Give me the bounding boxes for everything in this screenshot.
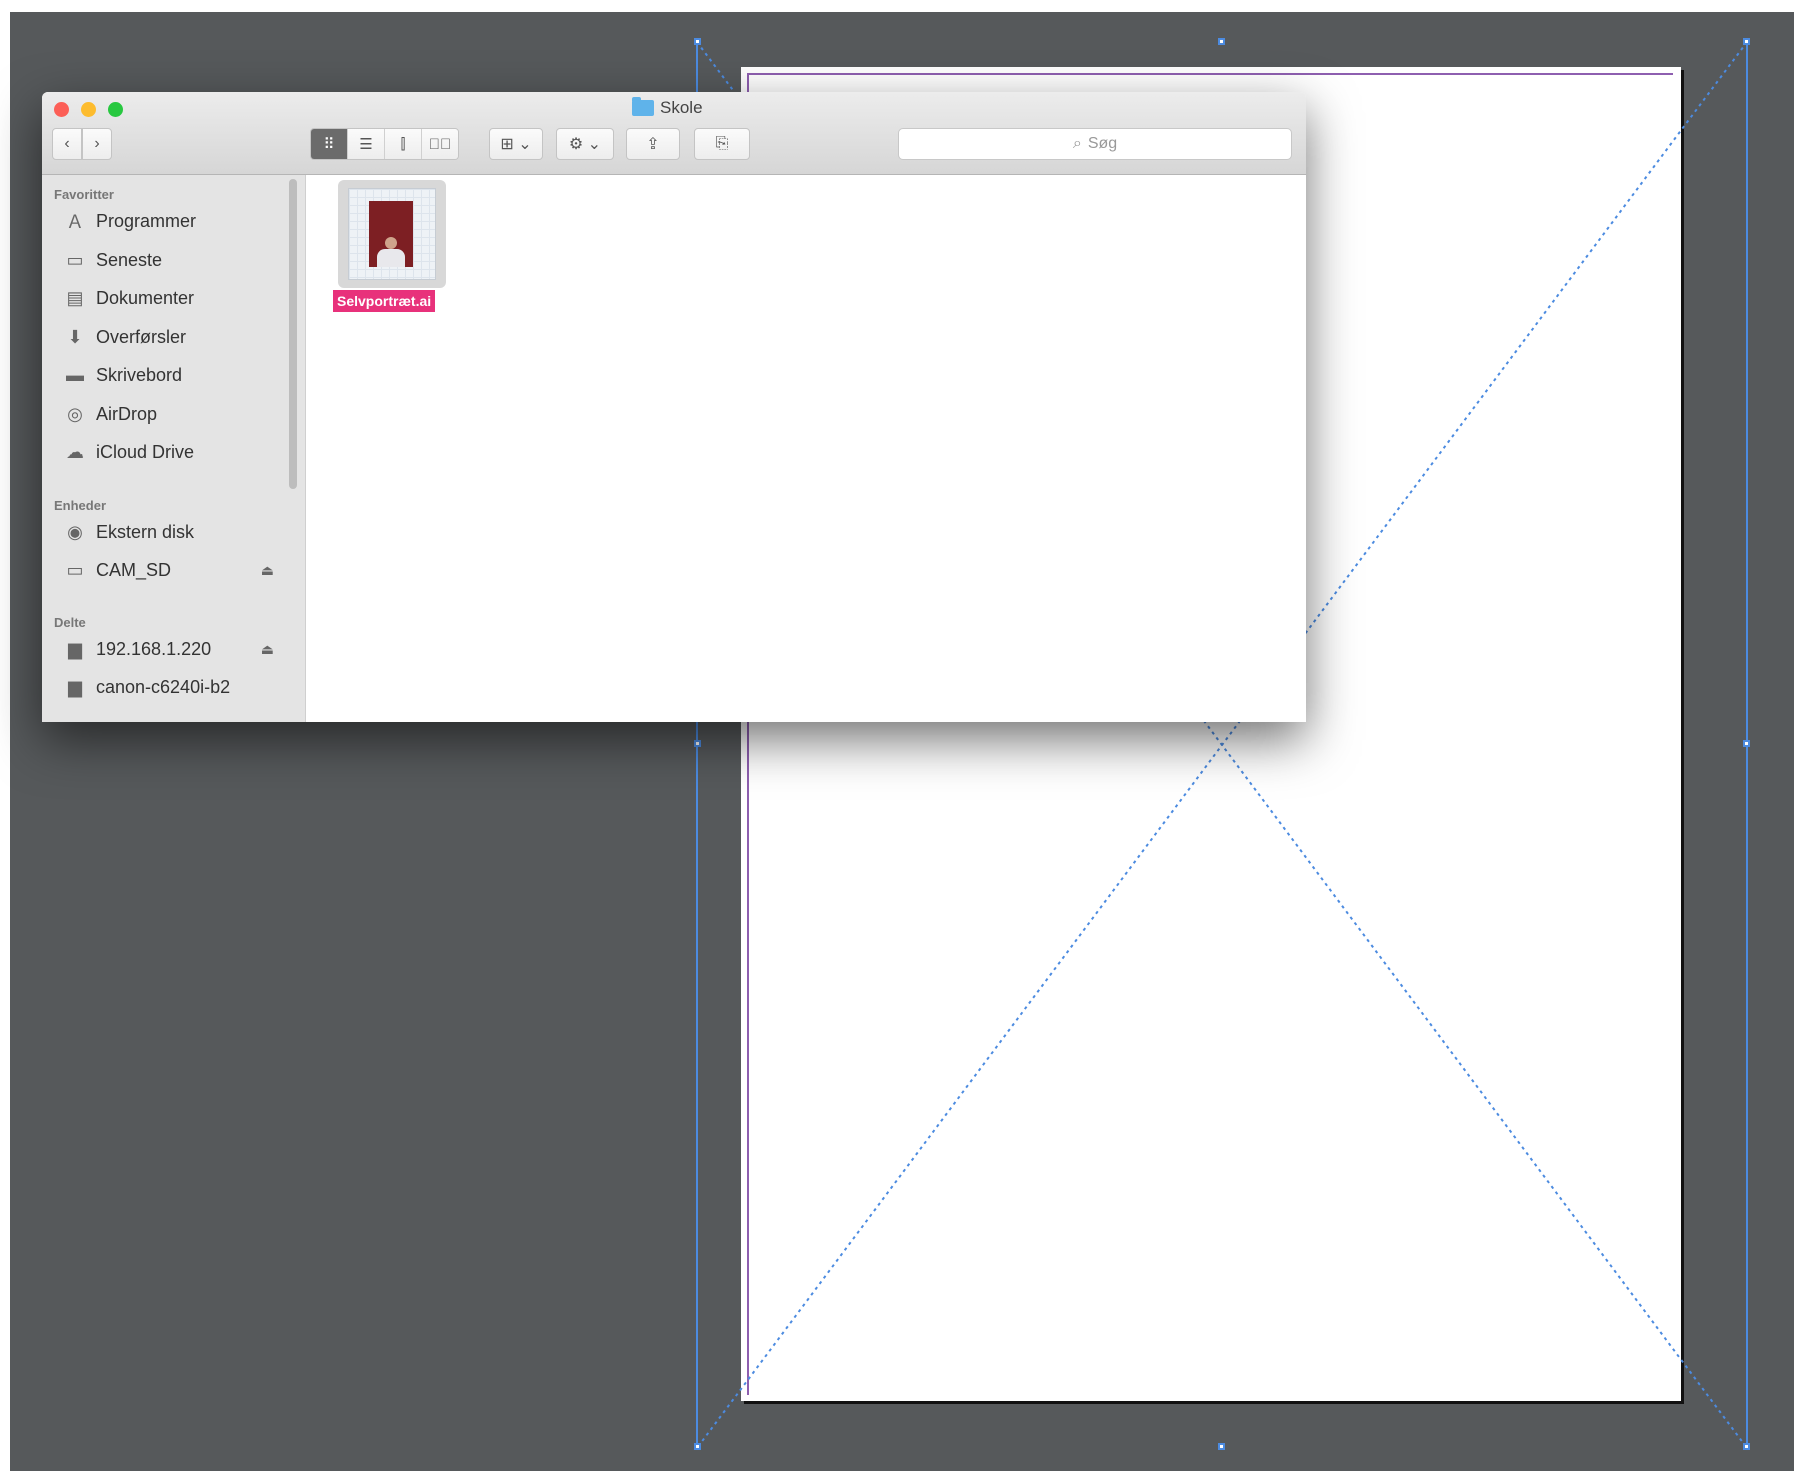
frame-handle-middle-left[interactable] [694, 740, 701, 747]
sidebar-item-label: Programmer [96, 210, 197, 231]
frame-handle-bottom-left[interactable] [694, 1443, 701, 1450]
sidebar-item-label: Ekstern disk [96, 521, 195, 542]
portrait-thumbnail [369, 201, 413, 267]
sidebar-item-canon-printer[interactable]: ▆ canon-c6240i-b2 [64, 672, 274, 702]
close-button[interactable] [54, 102, 69, 117]
sidebar-section-shared: Delte [54, 615, 86, 630]
disk-icon: ◉ [67, 521, 83, 542]
share-button[interactable]: ⇪ [626, 128, 680, 160]
column-view-button[interactable]: ⫿ [385, 129, 422, 159]
airdrop-icon: ◎ [67, 403, 83, 424]
downloads-icon: ⬇ [67, 326, 83, 347]
eject-icon[interactable]: ⏏ [261, 562, 274, 579]
finder-toolbar: Skole ‹ › ⠿ ☰ ⫿ ⊤⃓ ⊞ ⌄ ⚙ ⌄ ⇪ ⎘ ⌕ Søg [42, 92, 1306, 175]
icloud-icon: ☁ [66, 441, 84, 462]
file-name-label[interactable]: Selvportræt.ai [333, 290, 436, 312]
file-item-selvportraet[interactable] [338, 180, 446, 288]
search-field[interactable]: ⌕ Søg [898, 128, 1292, 160]
frame-handle-top-center[interactable] [1218, 38, 1225, 45]
frame-handle-middle-right[interactable] [1743, 740, 1750, 747]
forward-button[interactable]: › [82, 128, 112, 160]
sidebar-item-server-ip[interactable]: ▆ 192.168.1.220 ⏏ [64, 634, 274, 664]
chevron-right-icon: › [94, 135, 100, 152]
sidebar-item-ekstern-disk[interactable]: ◉ Ekstern disk [64, 517, 274, 547]
portrait-body [377, 249, 405, 267]
sidebar-item-airdrop[interactable]: ◎ AirDrop [64, 399, 274, 429]
tag-icon: ⎘ [715, 135, 729, 152]
sidebar-section-favorites: Favoritter [54, 187, 114, 202]
window-title-text: Skole [660, 98, 703, 117]
sidebar-item-icloud-drive[interactable]: ☁ iCloud Drive [64, 437, 274, 467]
desktop-icon: ▬ [66, 364, 84, 385]
portrait-head [385, 237, 397, 249]
gear-icon: ⚙ ⌄ [568, 136, 602, 153]
sidebar-item-label: iCloud Drive [96, 441, 195, 462]
finder-sidebar: Favoritter Ａ Programmer ▭ Seneste ▤ Doku… [42, 175, 306, 722]
list-view-button[interactable]: ☰ [348, 129, 385, 159]
search-icon: ⌕ [1072, 135, 1082, 152]
view-mode-control[interactable]: ⠿ ☰ ⫿ ⊤⃓ [310, 128, 459, 160]
server-icon: ▆ [68, 676, 82, 697]
zoom-button[interactable] [108, 102, 123, 117]
icon-view-button[interactable]: ⠿ [311, 129, 348, 159]
action-button[interactable]: ⚙ ⌄ [556, 128, 614, 160]
sidebar-item-label: CAM_SD [96, 559, 172, 580]
arrange-button[interactable]: ⊞ ⌄ [489, 128, 543, 160]
sidebar-item-label: Skrivebord [96, 364, 183, 385]
sidebar-item-label: 192.168.1.220 [96, 638, 212, 659]
sidebar-item-label: AirDrop [96, 403, 158, 424]
folder-icon [632, 97, 654, 116]
sidebar-item-label: Dokumenter [96, 287, 195, 308]
minimize-button[interactable] [81, 102, 96, 117]
sidebar-item-programmer[interactable]: Ａ Programmer [64, 206, 274, 236]
search-placeholder: Søg [1087, 135, 1118, 152]
tag-button[interactable]: ⎘ [694, 128, 750, 160]
sidebar-item-cam-sd[interactable]: ▭ CAM_SD ⏏ [64, 555, 274, 585]
arrange-icon: ⊞ ⌄ [500, 136, 532, 153]
sidebar-item-overforsler[interactable]: ⬇ Overførsler [64, 322, 274, 352]
frame-handle-bottom-right[interactable] [1743, 1443, 1750, 1450]
sidebar-item-label: Seneste [96, 249, 163, 270]
sidebar-item-seneste[interactable]: ▭ Seneste [64, 245, 274, 275]
drive-icon: ▭ [66, 559, 84, 580]
frame-handle-bottom-center[interactable] [1218, 1443, 1225, 1450]
share-icon: ⇪ [646, 136, 660, 153]
sidebar-section-devices: Enheder [54, 498, 107, 513]
sidebar-item-label: Overførsler [96, 326, 186, 347]
finder-window[interactable]: Skole ‹ › ⠿ ☰ ⫿ ⊤⃓ ⊞ ⌄ ⚙ ⌄ ⇪ ⎘ ⌕ Søg Fav… [42, 92, 1306, 722]
sidebar-item-dokumenter[interactable]: ▤ Dokumenter [64, 283, 274, 313]
frame-handle-top-right[interactable] [1743, 38, 1750, 45]
chevron-left-icon: ‹ [64, 135, 70, 152]
recents-icon: ▭ [66, 249, 84, 270]
documents-icon: ▤ [66, 287, 84, 308]
gallery-view-button[interactable]: ⊤⃓ [422, 129, 458, 159]
sidebar-scrollbar[interactable] [289, 179, 297, 489]
back-button[interactable]: ‹ [52, 128, 82, 160]
eject-icon[interactable]: ⏏ [261, 641, 274, 658]
finder-content-area[interactable] [306, 175, 1306, 722]
frame-handle-top-left[interactable] [694, 38, 701, 45]
applications-icon: Ａ [66, 212, 84, 232]
window-title: Skole [632, 97, 703, 119]
sidebar-item-skrivebord[interactable]: ▬ Skrivebord [64, 360, 274, 390]
illustrator-file-icon [348, 188, 436, 280]
sidebar-item-label: canon-c6240i-b2 [96, 676, 231, 697]
server-icon: ▆ [68, 638, 82, 659]
